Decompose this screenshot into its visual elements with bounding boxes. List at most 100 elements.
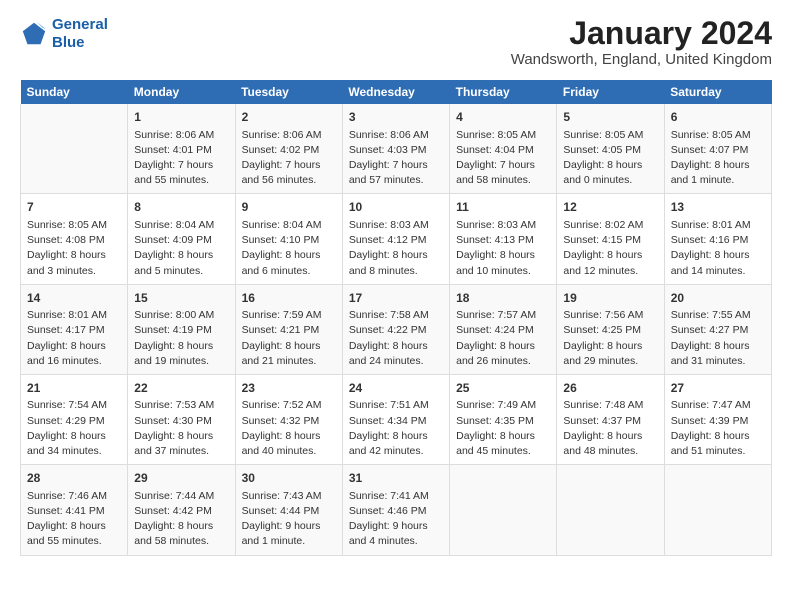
day-number: 4 <box>456 109 550 126</box>
day-number: 11 <box>456 199 550 216</box>
day-info: Sunrise: 8:04 AMSunset: 4:09 PMDaylight:… <box>134 218 228 279</box>
day-info: Sunrise: 8:04 AMSunset: 4:10 PMDaylight:… <box>242 218 336 279</box>
calendar-cell <box>21 104 128 194</box>
calendar-cell: 24Sunrise: 7:51 AMSunset: 4:34 PMDayligh… <box>342 374 449 464</box>
day-number: 25 <box>456 380 550 397</box>
day-info: Sunrise: 7:55 AMSunset: 4:27 PMDaylight:… <box>671 308 765 369</box>
calendar-week-row: 14Sunrise: 8:01 AMSunset: 4:17 PMDayligh… <box>21 284 772 374</box>
day-number: 15 <box>134 290 228 307</box>
calendar-cell: 10Sunrise: 8:03 AMSunset: 4:12 PMDayligh… <box>342 194 449 284</box>
day-info: Sunrise: 7:41 AMSunset: 4:46 PMDaylight:… <box>349 489 443 550</box>
logo-icon <box>20 20 48 48</box>
day-info: Sunrise: 8:05 AMSunset: 4:05 PMDaylight:… <box>563 128 657 189</box>
day-info: Sunrise: 8:01 AMSunset: 4:17 PMDaylight:… <box>27 308 121 369</box>
day-header-monday: Monday <box>128 80 235 104</box>
calendar-cell: 1 Sunrise: 8:06 AMSunset: 4:01 PMDaylight… <box>128 104 235 194</box>
day-number: 23 <box>242 380 336 397</box>
day-info: Sunrise: 8:06 AMSunset: 4:02 PMDaylight:… <box>242 128 336 189</box>
calendar-cell: 11Sunrise: 8:03 AMSunset: 4:13 PMDayligh… <box>450 194 557 284</box>
logo-text: General Blue <box>52 16 108 52</box>
calendar-week-row: 7 Sunrise: 8:05 AMSunset: 4:08 PMDaylight… <box>21 194 772 284</box>
day-info: Sunrise: 8:05 AMSunset: 4:04 PMDaylight:… <box>456 128 550 189</box>
calendar-cell: 18Sunrise: 7:57 AMSunset: 4:24 PMDayligh… <box>450 284 557 374</box>
day-header-friday: Friday <box>557 80 664 104</box>
day-info: Sunrise: 7:48 AMSunset: 4:37 PMDaylight:… <box>563 398 657 459</box>
calendar-cell: 28 Sunrise: 7:46 AMSunset: 4:41 PMDayligh… <box>21 465 128 555</box>
day-number: 13 <box>671 199 765 216</box>
calendar-cell: 12Sunrise: 8:02 AMSunset: 4:15 PMDayligh… <box>557 194 664 284</box>
day-number: 17 <box>349 290 443 307</box>
calendar-cell: 13 Sunrise: 8:01 AMSunset: 4:16 PMDayligh… <box>664 194 771 284</box>
calendar-cell: 2 Sunrise: 8:06 AMSunset: 4:02 PMDaylight… <box>235 104 342 194</box>
day-info: Sunrise: 8:05 AMSunset: 4:07 PMDaylight:… <box>671 128 765 189</box>
calendar-cell: 16Sunrise: 7:59 AMSunset: 4:21 PMDayligh… <box>235 284 342 374</box>
day-number: 8 <box>134 199 228 216</box>
calendar-table: SundayMondayTuesdayWednesdayThursdayFrid… <box>20 80 772 555</box>
calendar-cell: 19Sunrise: 7:56 AMSunset: 4:25 PMDayligh… <box>557 284 664 374</box>
calendar-cell: 6 Sunrise: 8:05 AMSunset: 4:07 PMDaylight… <box>664 104 771 194</box>
day-number: 29 <box>134 470 228 487</box>
day-number: 1 <box>134 109 228 126</box>
day-info: Sunrise: 8:03 AMSunset: 4:12 PMDaylight:… <box>349 218 443 279</box>
day-info: Sunrise: 8:00 AMSunset: 4:19 PMDaylight:… <box>134 308 228 369</box>
calendar-week-row: 21Sunrise: 7:54 AMSunset: 4:29 PMDayligh… <box>21 374 772 464</box>
day-number: 2 <box>242 109 336 126</box>
day-number: 6 <box>671 109 765 126</box>
day-info: Sunrise: 7:51 AMSunset: 4:34 PMDaylight:… <box>349 398 443 459</box>
calendar-cell <box>450 465 557 555</box>
day-number: 27 <box>671 380 765 397</box>
calendar-week-row: 1 Sunrise: 8:06 AMSunset: 4:01 PMDaylight… <box>21 104 772 194</box>
day-header-wednesday: Wednesday <box>342 80 449 104</box>
calendar-cell: 9 Sunrise: 8:04 AMSunset: 4:10 PMDaylight… <box>235 194 342 284</box>
day-header-tuesday: Tuesday <box>235 80 342 104</box>
calendar-cell: 20Sunrise: 7:55 AMSunset: 4:27 PMDayligh… <box>664 284 771 374</box>
calendar-cell: 25Sunrise: 7:49 AMSunset: 4:35 PMDayligh… <box>450 374 557 464</box>
day-info: Sunrise: 7:59 AMSunset: 4:21 PMDaylight:… <box>242 308 336 369</box>
day-info: Sunrise: 7:46 AMSunset: 4:41 PMDaylight:… <box>27 489 121 550</box>
logo-line2: Blue <box>52 34 85 51</box>
calendar-cell: 26Sunrise: 7:48 AMSunset: 4:37 PMDayligh… <box>557 374 664 464</box>
day-number: 28 <box>27 470 121 487</box>
day-number: 30 <box>242 470 336 487</box>
day-info: Sunrise: 7:57 AMSunset: 4:24 PMDaylight:… <box>456 308 550 369</box>
day-number: 19 <box>563 290 657 307</box>
day-number: 24 <box>349 380 443 397</box>
day-info: Sunrise: 8:06 AMSunset: 4:03 PMDaylight:… <box>349 128 443 189</box>
calendar-cell: 27Sunrise: 7:47 AMSunset: 4:39 PMDayligh… <box>664 374 771 464</box>
day-info: Sunrise: 7:47 AMSunset: 4:39 PMDaylight:… <box>671 398 765 459</box>
day-info: Sunrise: 7:54 AMSunset: 4:29 PMDaylight:… <box>27 398 121 459</box>
day-info: Sunrise: 8:06 AMSunset: 4:01 PMDaylight:… <box>134 128 228 189</box>
calendar-cell: 15Sunrise: 8:00 AMSunset: 4:19 PMDayligh… <box>128 284 235 374</box>
calendar-week-row: 28 Sunrise: 7:46 AMSunset: 4:41 PMDayligh… <box>21 465 772 555</box>
day-header-saturday: Saturday <box>664 80 771 104</box>
day-number: 26 <box>563 380 657 397</box>
logo: General Blue <box>20 16 108 52</box>
calendar-cell: 4 Sunrise: 8:05 AMSunset: 4:04 PMDaylight… <box>450 104 557 194</box>
title-area: January 2024 Wandsworth, England, United… <box>511 16 772 68</box>
calendar-cell: 23Sunrise: 7:52 AMSunset: 4:32 PMDayligh… <box>235 374 342 464</box>
day-header-thursday: Thursday <box>450 80 557 104</box>
calendar-cell <box>664 465 771 555</box>
day-number: 5 <box>563 109 657 126</box>
day-info: Sunrise: 8:05 AMSunset: 4:08 PMDaylight:… <box>27 218 121 279</box>
day-number: 31 <box>349 470 443 487</box>
page-container: General Blue January 2024 Wandsworth, En… <box>0 0 792 566</box>
calendar-cell: 3 Sunrise: 8:06 AMSunset: 4:03 PMDaylight… <box>342 104 449 194</box>
calendar-subtitle: Wandsworth, England, United Kingdom <box>511 51 772 68</box>
day-number: 22 <box>134 380 228 397</box>
day-info: Sunrise: 8:01 AMSunset: 4:16 PMDaylight:… <box>671 218 765 279</box>
calendar-cell: 17Sunrise: 7:58 AMSunset: 4:22 PMDayligh… <box>342 284 449 374</box>
calendar-header-row: SundayMondayTuesdayWednesdayThursdayFrid… <box>21 80 772 104</box>
calendar-cell: 7 Sunrise: 8:05 AMSunset: 4:08 PMDaylight… <box>21 194 128 284</box>
day-number: 3 <box>349 109 443 126</box>
day-number: 9 <box>242 199 336 216</box>
day-number: 20 <box>671 290 765 307</box>
day-number: 18 <box>456 290 550 307</box>
day-number: 12 <box>563 199 657 216</box>
day-info: Sunrise: 7:43 AMSunset: 4:44 PMDaylight:… <box>242 489 336 550</box>
day-info: Sunrise: 7:44 AMSunset: 4:42 PMDaylight:… <box>134 489 228 550</box>
day-info: Sunrise: 7:52 AMSunset: 4:32 PMDaylight:… <box>242 398 336 459</box>
calendar-cell: 8 Sunrise: 8:04 AMSunset: 4:09 PMDaylight… <box>128 194 235 284</box>
calendar-cell: 14Sunrise: 8:01 AMSunset: 4:17 PMDayligh… <box>21 284 128 374</box>
day-number: 7 <box>27 199 121 216</box>
